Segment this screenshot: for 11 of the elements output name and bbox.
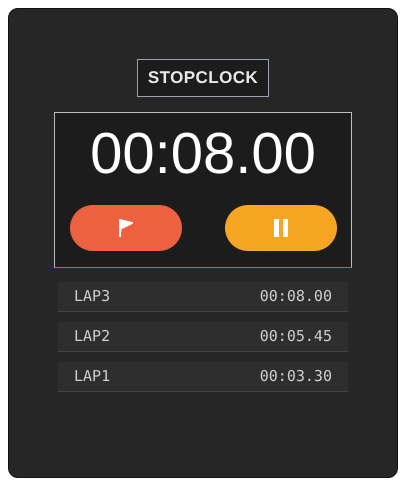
lap-time: 00:05.45 [260, 326, 332, 347]
lap-button[interactable] [70, 204, 182, 250]
app-title: STOPCLOCK [136, 59, 270, 96]
lap-label: LAP3 [74, 286, 110, 307]
lap-label: LAP2 [74, 326, 110, 347]
pause-icon [272, 216, 290, 238]
time-display: 00:08.00 [90, 124, 316, 182]
pause-button[interactable] [224, 204, 336, 250]
lap-time: 00:03.30 [260, 366, 332, 387]
lap-label: LAP1 [74, 366, 110, 387]
lap-time: 00:08.00 [260, 286, 332, 307]
